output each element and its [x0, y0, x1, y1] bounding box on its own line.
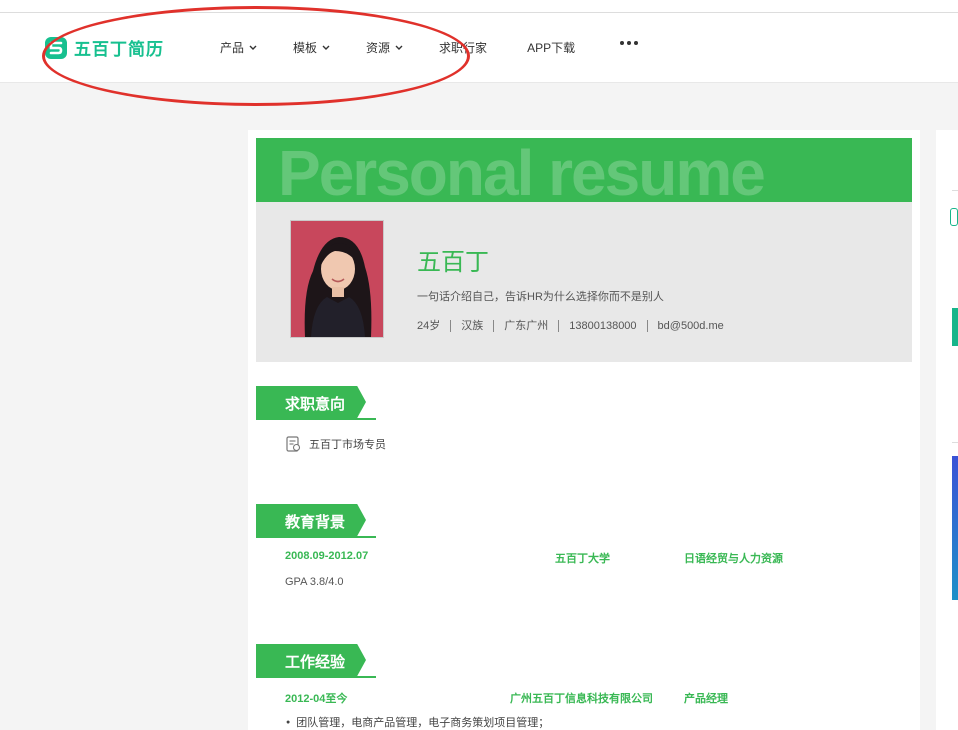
section-underline	[256, 536, 376, 538]
right-sidebar	[936, 130, 958, 730]
logo-icon	[44, 36, 68, 60]
dot	[634, 41, 638, 45]
nav-item-label: 资源	[366, 41, 391, 55]
nav-item-label: APP下载	[527, 41, 576, 55]
work-position: 产品经理	[684, 693, 728, 705]
work-company: 广州五百丁信息科技有限公司	[510, 693, 653, 705]
meta-ethnicity: 汉族	[450, 320, 493, 332]
nav-item-label: 模板	[293, 41, 318, 55]
section-underline	[256, 676, 376, 678]
banner-watermark-text: Personal resume	[278, 138, 766, 202]
main-nav: 产品 模板 资源 求职行家 APP下载	[220, 39, 575, 56]
resume-paper: Personal resume 五百丁 一句话介绍自己，告诉HR为什么选择你而不…	[248, 130, 920, 730]
resume-banner: Personal resume	[256, 138, 912, 202]
sidebar-divider	[952, 442, 958, 443]
nav-item-templates[interactable]: 模板	[293, 39, 330, 56]
sidebar-promo-banner[interactable]	[952, 456, 958, 600]
nav-item-products[interactable]: 产品	[220, 39, 257, 56]
section-title: 工作经验	[285, 654, 346, 671]
nav-item-job-experts[interactable]: 求职行家	[439, 39, 487, 56]
education-school: 五百丁大学	[555, 553, 610, 565]
more-dots-icon[interactable]	[620, 41, 638, 45]
dot	[627, 41, 631, 45]
browser-top-strip	[0, 0, 958, 13]
sidebar-divider	[952, 190, 958, 191]
chevron-down-icon	[249, 45, 257, 50]
section-header-intent: 求职意向	[256, 386, 376, 420]
section-header-work: 工作经验	[256, 644, 376, 678]
section-title: 教育背景	[285, 514, 346, 531]
sidebar-button[interactable]	[950, 208, 958, 226]
section-header-education: 教育背景	[256, 504, 376, 538]
meta-email: bd@500d.me	[646, 320, 734, 332]
logo-text: 五百丁简历	[74, 40, 164, 59]
meta-location: 广东广州	[493, 320, 558, 332]
section-title: 求职意向	[285, 396, 346, 413]
work-period: 2012-04至今	[285, 693, 348, 705]
education-major: 日语经贸与人力资源	[684, 553, 783, 565]
nav-item-app-download[interactable]: APP下载	[527, 39, 575, 56]
resume-name: 五百丁	[417, 249, 489, 276]
profile-photo	[290, 220, 384, 338]
nav-item-label: 产品	[220, 41, 245, 55]
dot	[620, 41, 624, 45]
resume-meta: 24岁 汉族 广东广州 13800138000 bd@500d.me	[417, 320, 734, 332]
education-period: 2008.09-2012.07	[285, 550, 369, 562]
chevron-down-icon	[395, 45, 403, 50]
section-underline	[256, 418, 376, 420]
resume-hero: 五百丁 一句话介绍自己，告诉HR为什么选择你而不是别人 24岁 汉族 广东广州 …	[256, 202, 912, 362]
meta-age: 24岁	[417, 320, 441, 332]
job-intent-icon	[286, 436, 301, 452]
meta-phone: 13800138000	[558, 320, 646, 332]
work-bullet: 团队管理，电商产品管理，电子商务策划项目管理；	[286, 714, 549, 730]
site-header: 五百丁简历 产品 模板 资源 求职行家 APP下载	[0, 13, 958, 83]
chevron-down-icon	[322, 45, 330, 50]
nav-item-resources[interactable]: 资源	[366, 39, 403, 56]
site-logo[interactable]: 五百丁简历	[44, 35, 164, 60]
education-gpa: GPA 3.8/4.0	[285, 576, 344, 588]
job-intent-row: 五百丁市场专员	[286, 436, 386, 452]
sidebar-action-button[interactable]	[952, 308, 958, 346]
job-intent-value: 五百丁市场专员	[309, 439, 386, 451]
nav-item-label: 求职行家	[439, 41, 488, 55]
resume-intro: 一句话介绍自己，告诉HR为什么选择你而不是别人	[417, 291, 664, 303]
